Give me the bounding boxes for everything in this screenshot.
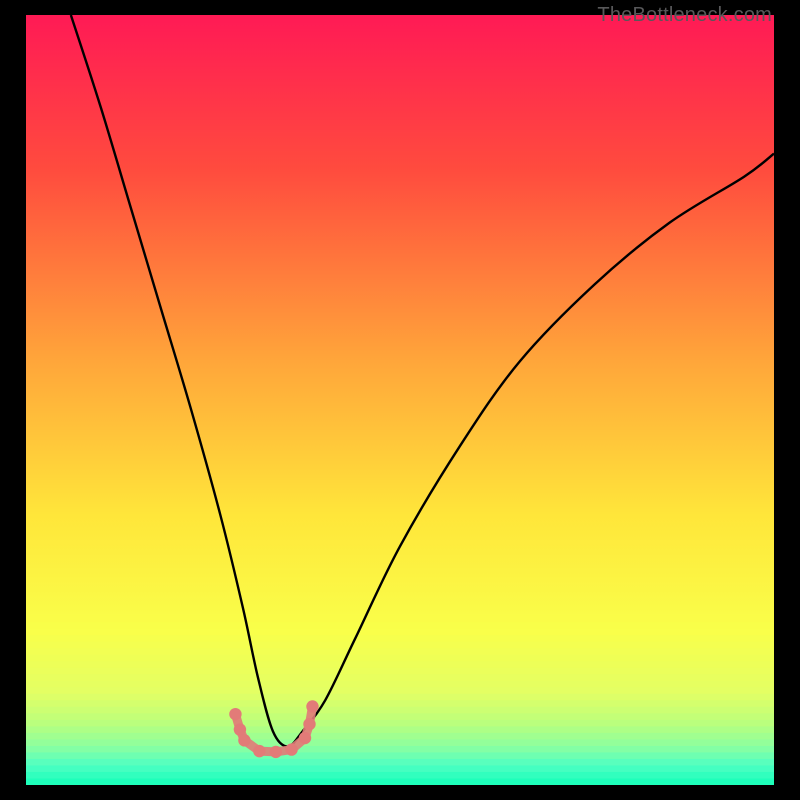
chart-frame	[26, 15, 774, 785]
bottleneck-chart	[26, 15, 774, 785]
lower-color-bands	[26, 616, 774, 785]
watermark-text: TheBottleneck.com	[597, 4, 772, 27]
